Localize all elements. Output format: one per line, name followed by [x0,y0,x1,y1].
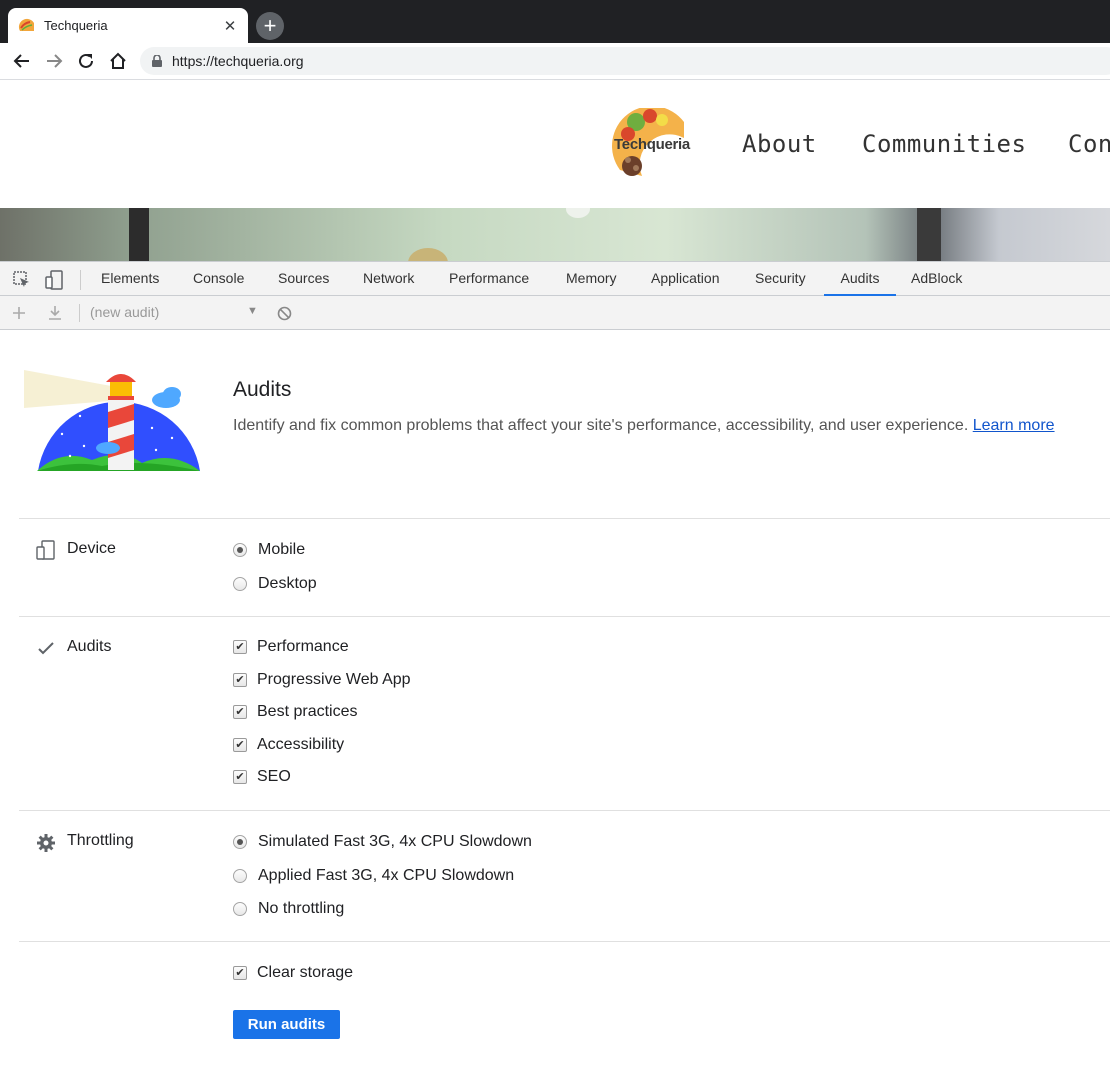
new-tab-button[interactable]: + [256,12,284,40]
radio-selected[interactable] [233,543,247,557]
tab-sources[interactable]: Sources [277,262,330,296]
home-icon [110,52,126,69]
device-label: Device [67,540,116,557]
download-icon[interactable] [48,305,62,321]
checkbox-checked-icon[interactable]: ✔ [233,966,247,980]
tab-title: Techqueria [44,18,108,33]
audit-accessibility-checkbox[interactable]: ✔ Accessibility [233,736,344,754]
audit-performance-checkbox[interactable]: ✔ Performance [233,638,349,656]
divider [19,616,1110,617]
tab-adblock[interactable]: AdBlock [910,262,963,296]
checkbox-checked-icon[interactable]: ✔ [233,738,247,752]
divider [19,810,1110,811]
lock-icon [152,55,162,67]
radio[interactable] [233,869,247,883]
option-label: Accessibility [257,736,345,753]
option-label: Mobile [258,541,306,558]
audit-pwa-checkbox[interactable]: ✔ Progressive Web App [233,671,411,689]
audit-seo-checkbox[interactable]: ✔ SEO [233,768,291,786]
checkbox-checked-icon[interactable]: ✔ [233,673,247,687]
divider [19,941,1110,942]
radio[interactable] [233,902,247,916]
option-label: Simulated Fast 3G, 4x CPU Slowdown [258,833,532,850]
tab-application[interactable]: Application [650,262,721,296]
checkbox-checked-icon[interactable]: ✔ [233,705,247,719]
description-text: Identify and fix common problems that af… [233,417,969,434]
reload-button[interactable] [74,50,98,72]
lighthouse-logo-icon [24,370,200,471]
reload-icon [79,53,93,68]
site-header: Techqueria About Communities Con [0,80,1110,208]
site-nav-contact[interactable]: Con [1068,130,1110,158]
clear-storage-checkbox[interactable]: ✔ Clear storage [233,964,353,982]
devtools-tabbar: Elements Console Sources Network Perform… [0,261,1110,296]
run-audits-button[interactable]: Run audits [233,1010,340,1039]
tab-console[interactable]: Console [192,262,245,296]
logo-text: Techqueria [614,136,690,153]
option-label: SEO [257,768,291,785]
inspect-element-icon[interactable] [12,270,32,290]
tab-network[interactable]: Network [362,262,415,296]
site-nav-communities[interactable]: Communities [862,130,1026,158]
device-desktop-radio[interactable]: Desktop [233,575,317,593]
radio-selected[interactable] [233,835,247,849]
chevron-down-icon: ▼ [247,305,258,317]
page-title: Audits [233,378,292,401]
tab-elements[interactable]: Elements [100,262,160,296]
browser-tab[interactable]: Techqueria ✕ [8,8,248,43]
forward-arrow-icon [47,54,63,68]
audits-description: Identify and fix common problems that af… [233,417,1055,435]
divider [19,518,1110,519]
option-label: Applied Fast 3G, 4x CPU Slowdown [258,867,515,884]
device-mobile-radio[interactable]: Mobile [233,541,305,559]
tab-audits[interactable]: Audits [824,262,896,296]
home-button[interactable] [106,50,130,72]
tab-strip: Techqueria ✕ + [0,0,1110,43]
taco-favicon-icon [18,18,34,31]
audits-label: Audits [67,638,112,655]
site-nav-about[interactable]: About [742,130,817,158]
throttling-applied-radio[interactable]: Applied Fast 3G, 4x CPU Slowdown [233,867,514,885]
checkbox-checked-icon[interactable]: ✔ [233,640,247,654]
throttling-none-radio[interactable]: No throttling [233,900,344,918]
option-label: Desktop [258,575,317,592]
plus-icon[interactable] [12,306,26,320]
option-label: Progressive Web App [257,671,411,688]
tab-performance[interactable]: Performance [448,262,530,296]
browser-toolbar: https://techqueria.org [0,43,1110,80]
radio[interactable] [233,577,247,591]
device-icon [36,540,55,560]
forward-button[interactable] [42,50,66,72]
option-label: No throttling [258,900,345,917]
throttling-simulated-radio[interactable]: Simulated Fast 3G, 4x CPU Slowdown [233,833,532,851]
checkmark-icon [38,642,54,655]
tab-security[interactable]: Security [754,262,807,296]
audit-select[interactable]: (new audit) [90,304,159,320]
option-label: Performance [257,638,349,655]
audits-panel: Audits Identify and fix common problems … [0,330,1110,1080]
hero-image [0,208,1110,261]
tab-memory[interactable]: Memory [565,262,618,296]
device-toolbar-icon[interactable] [44,270,64,290]
site-logo[interactable]: Techqueria [612,108,692,180]
url-text: https://techqueria.org [172,53,304,69]
tab-close-icon[interactable]: ✕ [222,17,238,35]
gear-icon [37,834,55,852]
address-bar[interactable]: https://techqueria.org [140,47,1110,75]
audit-best-practices-checkbox[interactable]: ✔ Best practices [233,703,357,721]
back-arrow-icon [13,54,29,68]
throttling-label: Throttling [67,832,134,849]
clear-icon[interactable] [277,306,292,321]
learn-more-link[interactable]: Learn more [973,417,1055,434]
audits-toolbar: (new audit) ▼ [0,296,1110,330]
option-label: Clear storage [257,964,354,981]
checkbox-checked-icon[interactable]: ✔ [233,770,247,784]
option-label: Best practices [257,703,358,720]
back-button[interactable] [10,50,34,72]
